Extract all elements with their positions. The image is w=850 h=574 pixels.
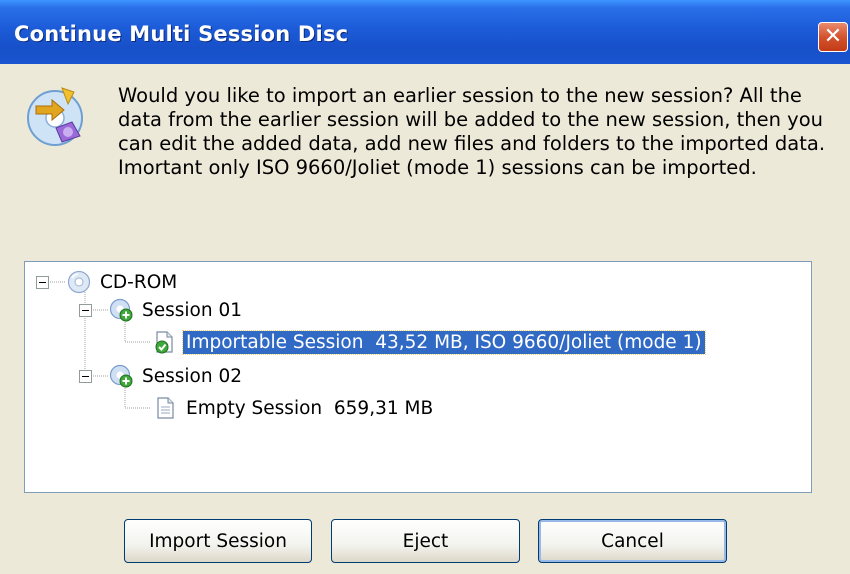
tree-node-label: Session 02 [142,365,243,387]
import-session-icon [27,87,83,146]
close-button[interactable]: ✕ [818,22,848,52]
session-disc-icon [109,298,133,322]
importable-document-icon [155,331,173,354]
dialog-message: Would you like to import an earlier sess… [118,84,826,179]
import-session-button[interactable]: Import Session [124,519,312,563]
expander-cd-rom[interactable] [36,276,49,289]
expander-session-02[interactable] [79,370,92,383]
cd-icon [67,270,91,294]
tree-node-session-01[interactable]: Session 01 [109,296,245,324]
dialog-title: Continue Multi Session Disc [14,22,349,46]
tree-node-label: Empty Session 659,31 MB [186,397,434,419]
tree-node-label: Importable Session 43,52 MB, ISO 9660/Jo… [182,329,706,355]
tree-node-empty-session[interactable]: Empty Session 659,31 MB [153,394,436,422]
session-tree[interactable]: CD-ROM Session 01 Importable Session 43,… [24,261,812,493]
tree-node-label: CD-ROM [100,271,178,293]
title-bar[interactable]: Continue Multi Session Disc ✕ [0,0,850,64]
tree-node-session-02[interactable]: Session 02 [109,362,245,390]
expander-session-01[interactable] [79,304,92,317]
tree-node-importable-session[interactable]: Importable Session 43,52 MB, ISO 9660/Jo… [153,328,706,356]
eject-button[interactable]: Eject [331,519,520,563]
tree-node-label: Session 01 [142,299,243,321]
document-icon [157,397,174,419]
cancel-button[interactable]: Cancel [538,519,727,563]
dialog-window: Continue Multi Session Disc ✕ Would you … [0,0,850,574]
close-icon: ✕ [823,24,843,49]
tree-node-cd-rom[interactable]: CD-ROM [67,268,180,296]
session-disc-icon [109,364,133,388]
